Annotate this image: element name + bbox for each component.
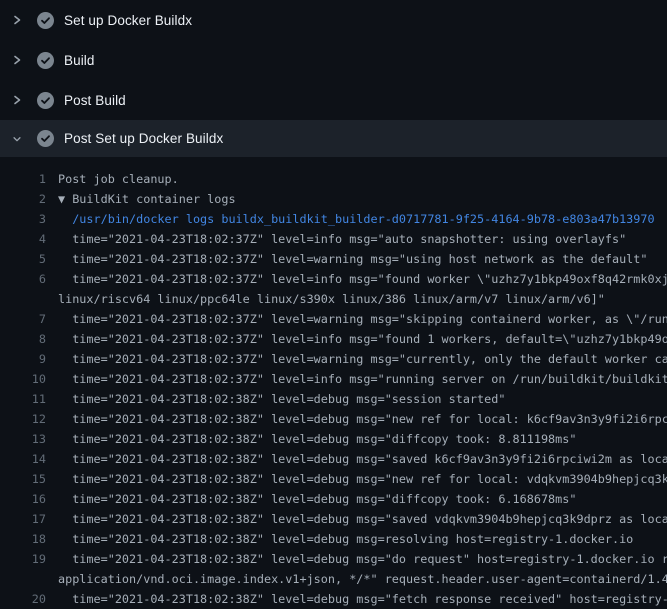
log-text: time="2021-04-23T18:02:38Z" level=debug … [58,389,667,409]
chevron-right-icon [12,12,22,28]
log-row: 9 time="2021-04-23T18:02:37Z" level=warn… [0,349,667,369]
log-text: time="2021-04-23T18:02:38Z" level=debug … [58,449,667,469]
log-text: application/vnd.oci.image.index.v1+json,… [58,569,667,589]
line-number[interactable]: 3 [0,209,46,229]
log-row: 14 time="2021-04-23T18:02:38Z" level=deb… [0,449,667,469]
log-row: 11 time="2021-04-23T18:02:38Z" level=deb… [0,389,667,409]
log-row: 8 time="2021-04-23T18:02:37Z" level=info… [0,329,667,349]
log-row: linux/riscv64 linux/ppc64le linux/s390x … [0,289,667,309]
line-number[interactable]: 4 [0,229,46,249]
line-number[interactable]: 9 [0,349,46,369]
chevron-down-icon [12,131,22,147]
log-text: time="2021-04-23T18:02:37Z" level=info m… [58,269,667,289]
log-row: 10 time="2021-04-23T18:02:37Z" level=inf… [0,369,667,389]
log-text: time="2021-04-23T18:02:38Z" level=debug … [58,529,667,549]
line-number[interactable]: 11 [0,389,46,409]
step-label: Build [64,52,95,69]
line-number[interactable]: 2 [0,189,46,209]
step-label: Post Set up Docker Buildx [64,130,223,147]
line-number[interactable]: 15 [0,469,46,489]
line-number[interactable]: 20 [0,589,46,609]
log-text: time="2021-04-23T18:02:38Z" level=debug … [58,409,667,429]
log-text: /usr/bin/docker logs buildx_buildkit_bui… [58,209,667,229]
line-number[interactable]: 7 [0,309,46,329]
log-text: time="2021-04-23T18:02:37Z" level=info m… [58,329,667,349]
log-row: 7 time="2021-04-23T18:02:37Z" level=warn… [0,309,667,329]
log-text: time="2021-04-23T18:02:38Z" level=debug … [58,589,667,609]
log-row: 5 time="2021-04-23T18:02:37Z" level=warn… [0,249,667,269]
log-row: 19 time="2021-04-23T18:02:38Z" level=deb… [0,549,667,569]
log-text: linux/riscv64 linux/ppc64le linux/s390x … [58,289,667,309]
step-row[interactable]: Build [0,40,667,80]
check-circle-icon [37,130,54,147]
step-label: Post Build [64,92,126,109]
line-number [0,289,46,309]
log-row: 18 time="2021-04-23T18:02:38Z" level=deb… [0,529,667,549]
log-row: 20 time="2021-04-23T18:02:38Z" level=deb… [0,589,667,609]
log-row: 13 time="2021-04-23T18:02:38Z" level=deb… [0,429,667,449]
log-row: 6 time="2021-04-23T18:02:37Z" level=info… [0,269,667,289]
step-row[interactable]: Post Build [0,80,667,120]
log-row: 12 time="2021-04-23T18:02:38Z" level=deb… [0,409,667,429]
chevron-right-icon [12,52,22,68]
log-text: time="2021-04-23T18:02:38Z" level=debug … [58,549,667,569]
log-text: time="2021-04-23T18:02:38Z" level=debug … [58,489,667,509]
log-text: time="2021-04-23T18:02:37Z" level=warnin… [58,249,667,269]
log-row: 16 time="2021-04-23T18:02:38Z" level=deb… [0,489,667,509]
line-number[interactable]: 14 [0,449,46,469]
check-circle-icon [37,52,54,69]
log-text: Post job cleanup. [58,169,667,189]
check-circle-icon [37,92,54,109]
log-row: 15 time="2021-04-23T18:02:38Z" level=deb… [0,469,667,489]
log-row: 2 ▼ BuildKit container logs [0,189,667,209]
line-number [0,569,46,589]
log-row: 1 Post job cleanup. [0,169,667,189]
log-text: time="2021-04-23T18:02:37Z" level=warnin… [58,349,667,369]
check-circle-icon [37,12,54,29]
log-text: time="2021-04-23T18:02:38Z" level=debug … [58,509,667,529]
line-number[interactable]: 8 [0,329,46,349]
line-number[interactable]: 17 [0,509,46,529]
line-number[interactable]: 18 [0,529,46,549]
step-label: Set up Docker Buildx [64,12,192,29]
line-number[interactable]: 19 [0,549,46,569]
log-row: application/vnd.oci.image.index.v1+json,… [0,569,667,589]
line-number[interactable]: 10 [0,369,46,389]
log-text[interactable]: ▼ BuildKit container logs [58,189,667,209]
line-number[interactable]: 13 [0,429,46,449]
steps-list: Set up Docker Buildx Build Post Build [0,0,667,157]
chevron-right-icon [12,92,22,108]
line-number[interactable]: 1 [0,169,46,189]
log-row: 3 /usr/bin/docker logs buildx_buildkit_b… [0,209,667,229]
line-number[interactable]: 12 [0,409,46,429]
log-text: time="2021-04-23T18:02:37Z" level=info m… [58,369,667,389]
log-viewer: 1 Post job cleanup. 2 ▼ BuildKit contain… [0,157,667,609]
log-text: time="2021-04-23T18:02:37Z" level=info m… [58,229,667,249]
log-row: 4 time="2021-04-23T18:02:37Z" level=info… [0,229,667,249]
step-row[interactable]: Set up Docker Buildx [0,0,667,40]
line-number[interactable]: 16 [0,489,46,509]
log-text: time="2021-04-23T18:02:37Z" level=warnin… [58,309,667,329]
step-row[interactable]: Post Set up Docker Buildx [0,120,667,157]
log-text: time="2021-04-23T18:02:38Z" level=debug … [58,469,667,489]
line-number[interactable]: 6 [0,269,46,289]
line-number[interactable]: 5 [0,249,46,269]
log-row: 17 time="2021-04-23T18:02:38Z" level=deb… [0,509,667,529]
log-text: time="2021-04-23T18:02:38Z" level=debug … [58,429,667,449]
